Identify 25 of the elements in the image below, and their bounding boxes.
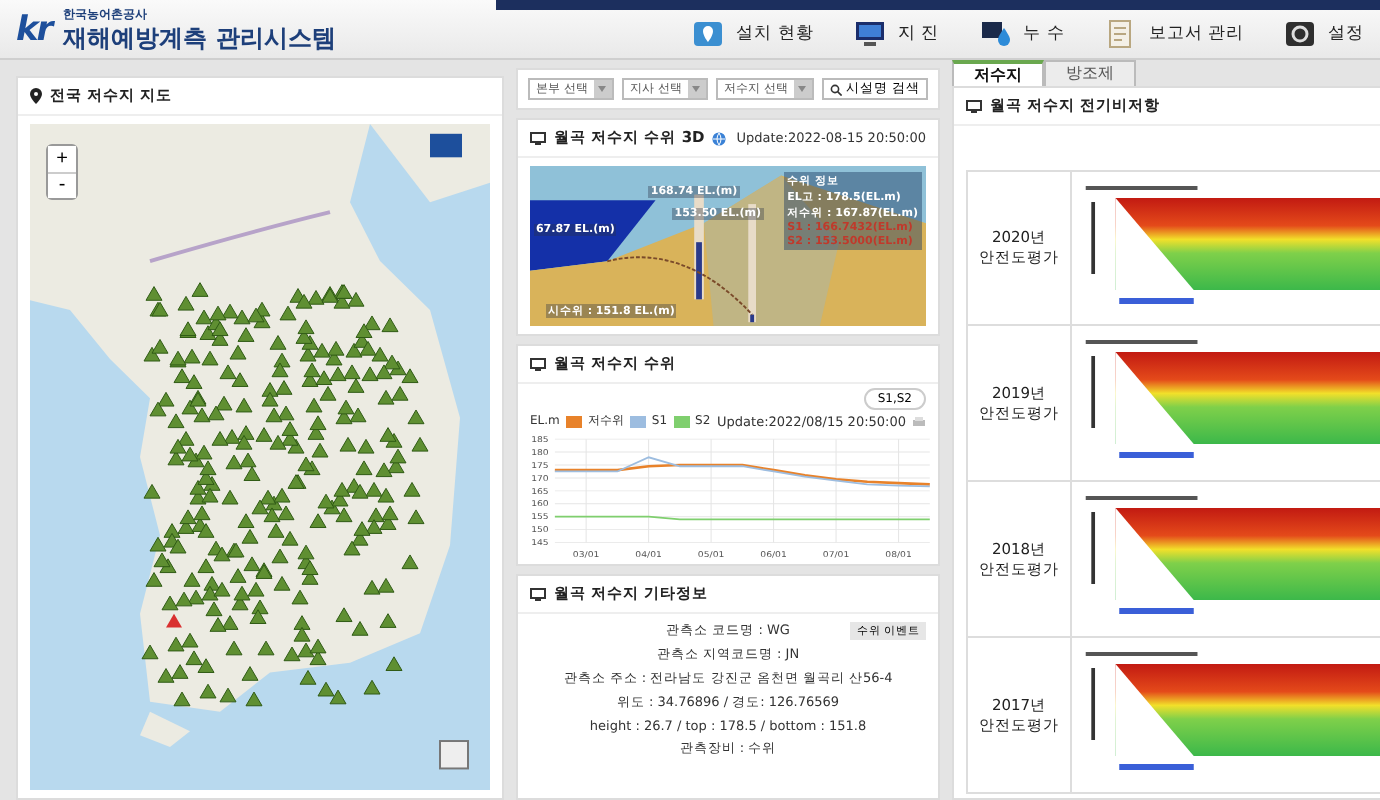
system-title: 재해예방계측 관리시스템 bbox=[63, 25, 336, 49]
monitor-icon bbox=[853, 20, 886, 48]
menu-item[interactable]: 보고서 관리 bbox=[1104, 20, 1244, 48]
tab[interactable]: 저수지 bbox=[952, 60, 1044, 86]
menu-item[interactable]: 지 진 bbox=[853, 20, 940, 48]
caret-icon bbox=[798, 86, 807, 92]
tab[interactable]: 방조제 bbox=[1044, 60, 1136, 86]
menu-item[interactable]: 설정 bbox=[1284, 20, 1364, 48]
search-icon bbox=[829, 83, 842, 95]
menu-item[interactable]: 설치 현황 bbox=[692, 20, 814, 48]
monitor-icon bbox=[966, 99, 982, 113]
document-icon bbox=[1104, 20, 1137, 48]
map-pin-icon bbox=[692, 20, 725, 48]
caret-icon bbox=[598, 86, 607, 92]
drops-icon bbox=[979, 20, 1012, 48]
logo: kr bbox=[16, 9, 52, 49]
settings-icon bbox=[1284, 20, 1316, 48]
menu-item[interactable]: 누 수 bbox=[979, 20, 1065, 48]
zoom-out-button[interactable]: - bbox=[48, 172, 76, 198]
monitor-icon bbox=[530, 131, 546, 145]
location-pin-icon bbox=[30, 88, 42, 104]
globe-icon[interactable] bbox=[712, 131, 727, 145]
caret-icon bbox=[692, 86, 701, 92]
monitor-icon bbox=[530, 357, 546, 371]
monitor-icon bbox=[530, 587, 546, 601]
